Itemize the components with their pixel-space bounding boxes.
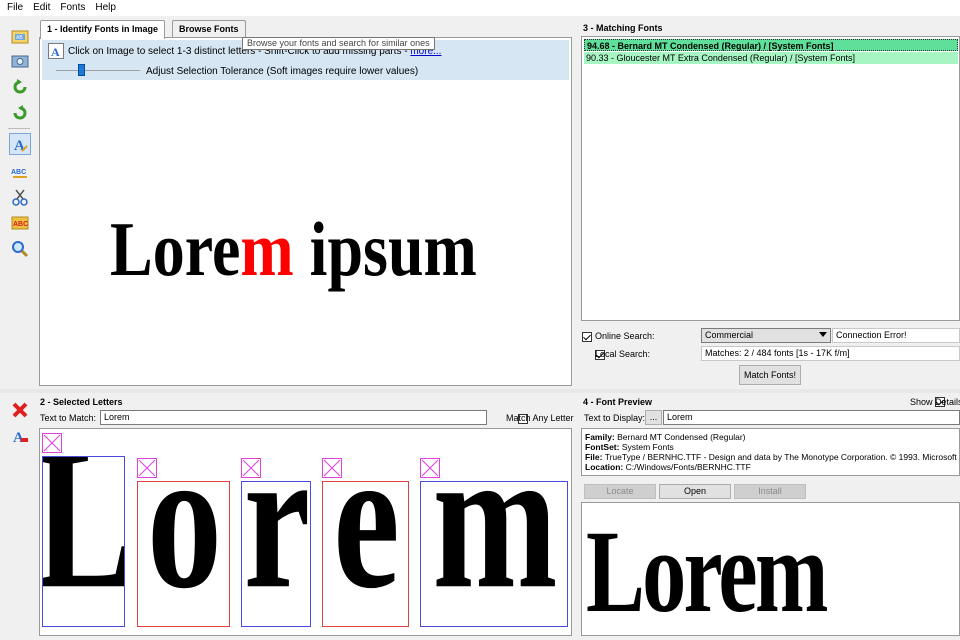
svg-text:A: A xyxy=(13,430,24,445)
letter-marker-icon[interactable] xyxy=(137,458,157,478)
remove-letter-icon: A xyxy=(13,430,28,445)
selected-letter-glyph: o xyxy=(147,481,222,627)
identify-letter-button[interactable]: A xyxy=(9,133,31,155)
font-details: Family: Bernard MT Condensed (Regular) F… xyxy=(581,428,960,476)
tab-browse-fonts[interactable]: Browse Fonts xyxy=(172,20,246,38)
rotate-right-button[interactable] xyxy=(9,102,31,124)
source-image-text[interactable]: Lorem ipsum xyxy=(110,211,477,288)
delete-icon xyxy=(12,402,28,418)
online-search-checkbox[interactable] xyxy=(582,331,592,342)
font-preview-title: 4 - Font Preview xyxy=(583,397,653,407)
locate-button[interactable]: Locate xyxy=(584,484,656,499)
selected-letter-box[interactable]: r xyxy=(241,481,311,627)
selected-letter-glyph: L xyxy=(43,457,124,620)
rotate-left-button[interactable] xyxy=(9,76,31,98)
tolerance-label: Adjust Selection Tolerance (Soft images … xyxy=(146,66,419,77)
zoom-button[interactable] xyxy=(9,238,31,260)
selected-letter-glyph: r xyxy=(243,481,310,627)
font-preview-text: Lorem xyxy=(586,506,828,636)
screenshot-icon xyxy=(11,55,29,68)
cut-button[interactable] xyxy=(9,186,31,208)
selected-letter-box[interactable]: e xyxy=(322,481,409,627)
abc-icon: ABC xyxy=(11,169,27,178)
menu-file[interactable]: File xyxy=(2,1,28,15)
svg-text:AB: AB xyxy=(16,35,23,41)
text-to-display-input[interactable]: Lorem xyxy=(663,410,960,425)
identify-panel: A Click on Image to select 1-3 distinct … xyxy=(39,37,572,386)
abc-edit-button[interactable]: ABC xyxy=(9,212,31,234)
letter-marker-icon[interactable] xyxy=(420,458,440,478)
font-result-item[interactable]: 94.68 - Bernard MT Condensed (Regular) /… xyxy=(584,39,958,51)
abc-button[interactable]: ABC xyxy=(9,160,31,182)
rotate-right-icon xyxy=(13,105,27,120)
rotate-left-icon xyxy=(13,79,27,94)
open-image-icon: AB xyxy=(11,30,29,44)
browse-text-button[interactable]: ... xyxy=(645,410,662,425)
local-search-label: Local Search: xyxy=(595,349,651,359)
svg-text:ABC: ABC xyxy=(11,169,26,176)
text-to-display-label: Text to Display: xyxy=(584,413,646,423)
splitter[interactable] xyxy=(0,389,960,393)
online-search-select[interactable]: Commercial xyxy=(701,328,831,343)
open-button[interactable]: Open xyxy=(659,484,731,499)
screenshot-button[interactable] xyxy=(9,50,31,72)
tolerance-slider-thumb[interactable] xyxy=(78,64,86,76)
svg-text:ABC: ABC xyxy=(13,221,28,228)
font-family-line: Family: Bernard MT Condensed (Regular) xyxy=(585,432,746,442)
font-location-line: Location: C:/Windows/Fonts/BERNHC.TTF xyxy=(585,462,751,472)
zoom-icon xyxy=(12,241,29,258)
selected-letter-glyph: e xyxy=(333,481,400,627)
online-status: Connection Error! xyxy=(832,328,960,343)
tolerance-slider-track[interactable] xyxy=(56,70,140,71)
browse-tooltip: Browse your fonts and search for similar… xyxy=(242,37,435,50)
match-any-letter-label: Match Any Letter xyxy=(506,413,574,423)
matching-fonts-title: 3 - Matching Fonts xyxy=(583,23,663,33)
tab-identify-fonts[interactable]: 1 - Identify Fonts in Image xyxy=(40,20,166,39)
chevron-down-icon xyxy=(819,332,827,337)
font-preview-area: Lorem xyxy=(581,502,960,636)
letter-marker-icon[interactable] xyxy=(241,458,261,478)
matching-fonts-list[interactable]: 94.68 - Bernard MT Condensed (Regular) /… xyxy=(581,36,960,321)
text-to-match-label: Text to Match: xyxy=(40,413,97,423)
install-button[interactable]: Install xyxy=(734,484,806,499)
open-image-button[interactable]: AB xyxy=(9,25,31,47)
online-search-label: Online Search: xyxy=(595,331,655,341)
letter-marker-icon[interactable] xyxy=(42,433,62,453)
menu-fonts[interactable]: Fonts xyxy=(55,1,90,15)
letter-marker-icon[interactable] xyxy=(322,458,342,478)
selected-letter-box[interactable]: L xyxy=(42,456,125,627)
font-fontset-line: FontSet: System Fonts xyxy=(585,442,674,452)
show-details-label: Show Details xyxy=(910,397,960,407)
menu-bar: File Edit Fonts Help xyxy=(0,0,960,16)
selected-letter-box[interactable]: o xyxy=(137,481,230,627)
remove-letter-button[interactable]: A xyxy=(9,425,31,447)
selected-letters-panel: L o r e m xyxy=(39,428,572,636)
svg-text:A: A xyxy=(51,45,60,59)
menu-edit[interactable]: Edit xyxy=(28,1,55,15)
identify-letter-icon: A xyxy=(14,138,28,153)
local-search-status: Matches: 2 / 484 fonts [1s - 17K f/m] xyxy=(701,346,960,361)
font-file-line: File: TrueType / BERNHC.TTF - Design and… xyxy=(585,452,960,462)
identify-hint-icon: A xyxy=(48,43,64,59)
abc-edit-icon: ABC xyxy=(11,216,29,230)
selected-letters-title: 2 - Selected Letters xyxy=(40,397,123,407)
match-fonts-button[interactable]: Match Fonts! xyxy=(739,365,801,385)
cut-icon xyxy=(12,189,28,206)
delete-letters-button[interactable] xyxy=(9,399,31,421)
menu-help[interactable]: Help xyxy=(90,1,121,15)
selected-letter-box[interactable]: m xyxy=(420,481,568,627)
selected-letter-glyph: m xyxy=(432,481,558,627)
toolbar-separator xyxy=(8,128,30,129)
text-to-match-input[interactable]: Lorem xyxy=(100,410,487,425)
font-result-item[interactable]: 90.33 - Gloucester MT Extra Condensed (R… xyxy=(584,52,958,64)
